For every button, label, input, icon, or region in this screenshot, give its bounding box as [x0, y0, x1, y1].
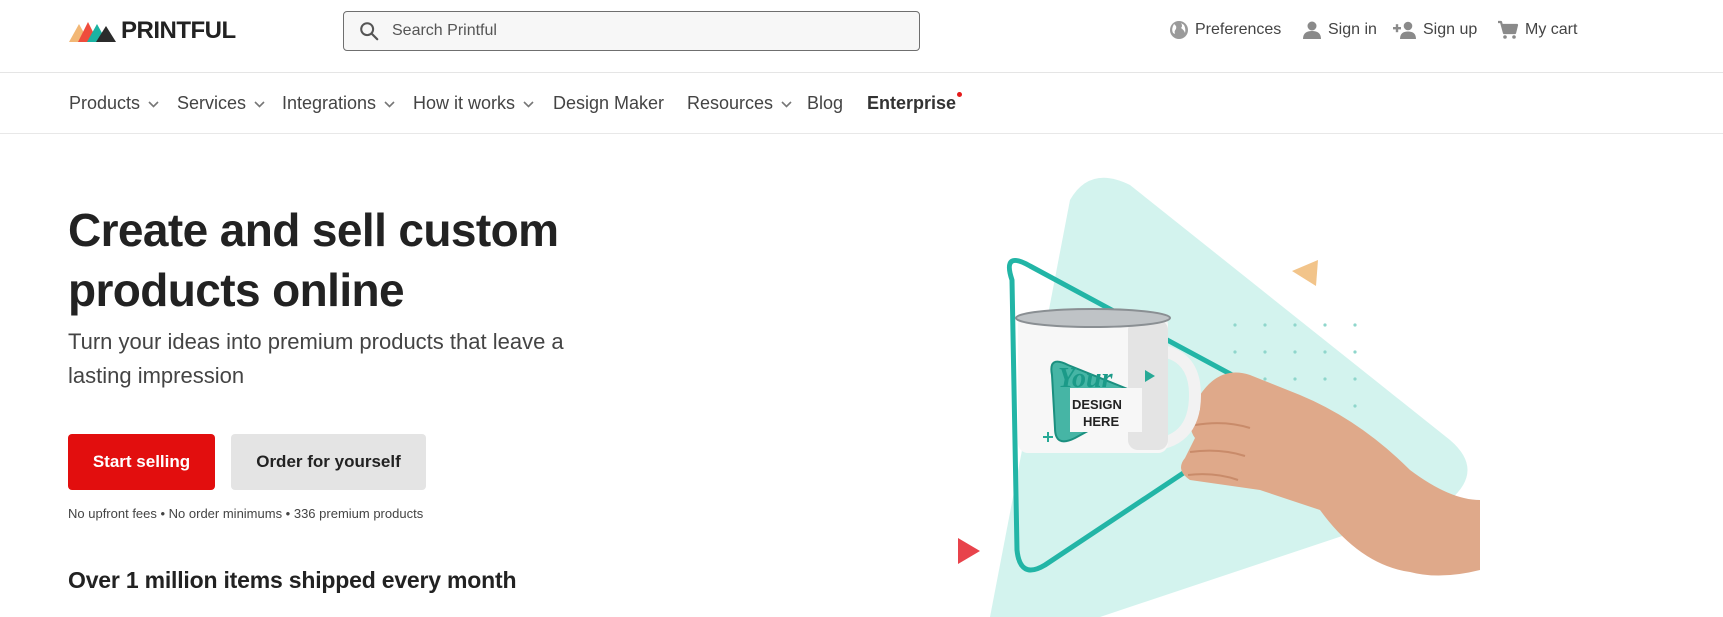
- red-triangle-shape: [958, 538, 980, 564]
- mug-text-here: HERE: [1083, 414, 1119, 429]
- mug-text-your: Your: [1058, 363, 1114, 394]
- hero-title: Create and sell custom products online: [68, 204, 559, 316]
- start-selling-button[interactable]: Start selling: [68, 434, 215, 490]
- user-icon: [1303, 21, 1321, 39]
- cart-link[interactable]: My cart: [1497, 20, 1577, 40]
- nav-item-integrations[interactable]: Integrations: [282, 93, 395, 114]
- chevron-down-icon: [148, 101, 159, 108]
- globe-icon: [1170, 21, 1188, 39]
- hero-mug-illustration: Your DESIGN HERE: [958, 177, 1480, 617]
- nav-item-label: Resources: [687, 93, 774, 113]
- sign-in-label: Sign in: [1328, 21, 1377, 38]
- mug-rim: [1015, 308, 1171, 328]
- preferences-label: Preferences: [1195, 21, 1282, 38]
- logo-mark-icon: [69, 22, 116, 42]
- nav-item-how-it-works[interactable]: How it works: [413, 93, 534, 114]
- chevron-down-icon: [384, 101, 395, 108]
- new-indicator-dot: [957, 92, 963, 97]
- main-nav: Products Services Integrations How it wo…: [0, 73, 1723, 134]
- nav-item-label: Integrations: [282, 93, 377, 113]
- nav-item-label: How it works: [413, 93, 516, 113]
- hero-subtitle: Turn your ideas into premium products th…: [68, 329, 564, 388]
- logo-wordmark: PRINTFUL: [121, 17, 236, 44]
- nav-item-enterprise[interactable]: Enterprise: [867, 92, 963, 114]
- nav-item-label: Enterprise: [867, 93, 957, 113]
- cart-icon: [1498, 20, 1519, 39]
- mug-text-design: DESIGN: [1072, 397, 1122, 412]
- hero-fine-print: No upfront fees • No order minimums • 33…: [68, 506, 424, 521]
- top-header: PRINTFUL Preferences Sign in Sign up: [0, 0, 1723, 73]
- chevron-down-icon: [781, 101, 792, 108]
- user-plus-icon: [1393, 21, 1416, 39]
- printful-logo[interactable]: PRINTFUL: [69, 17, 236, 44]
- search-icon: [360, 22, 379, 41]
- search-input[interactable]: [392, 22, 892, 40]
- shipped-heading: Over 1 million items shipped every month: [68, 567, 517, 593]
- nav-item-label: Blog: [807, 93, 844, 113]
- nav-item-label: Products: [69, 93, 141, 113]
- nav-item-services[interactable]: Services: [177, 93, 265, 114]
- order-for-yourself-button[interactable]: Order for yourself: [231, 434, 426, 490]
- orange-triangle-shape: [1292, 260, 1318, 286]
- nav-item-design-maker[interactable]: Design Maker: [553, 93, 664, 114]
- sign-up-label: Sign up: [1423, 21, 1478, 38]
- nav-item-products[interactable]: Products: [69, 93, 159, 114]
- preferences-link[interactable]: Preferences: [1169, 20, 1281, 40]
- chevron-down-icon: [523, 101, 534, 108]
- nav-item-label: Design Maker: [553, 93, 665, 113]
- sign-up-link[interactable]: Sign up: [1393, 20, 1477, 40]
- nav-item-label: Services: [177, 93, 247, 113]
- chevron-down-icon: [254, 101, 265, 108]
- cart-label: My cart: [1525, 21, 1578, 38]
- search-box[interactable]: [343, 11, 920, 51]
- nav-item-blog[interactable]: Blog: [807, 93, 843, 114]
- sign-in-link[interactable]: Sign in: [1302, 20, 1377, 40]
- nav-item-resources[interactable]: Resources: [687, 93, 792, 114]
